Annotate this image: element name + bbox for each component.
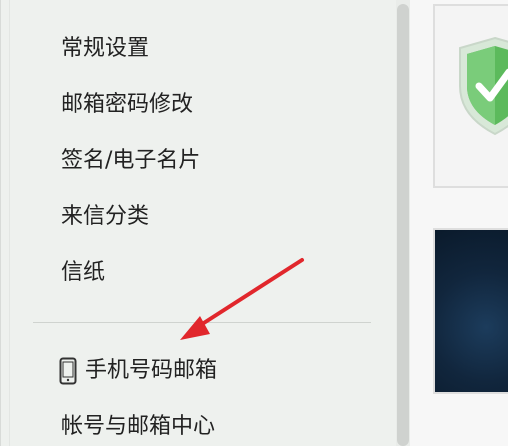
thumbnail-dark-frame — [433, 228, 508, 394]
menu-item-mailbox-password[interactable]: 邮箱密码修改 — [61, 91, 193, 119]
menu-item-signature[interactable]: 签名/电子名片 — [61, 147, 200, 175]
green-shield-icon — [459, 36, 508, 136]
phone-mailbox-label: 手机号码邮箱 — [85, 358, 218, 383]
menu-item-general-settings[interactable]: 常规设置 — [61, 35, 149, 63]
menu-item-stationery[interactable]: 信纸 — [61, 259, 105, 287]
thumbnail-shield[interactable] — [433, 4, 508, 188]
menu-item-phone-mailbox[interactable]: 手机号码邮箱 — [59, 357, 217, 385]
menu-item-mail-classification[interactable]: 来信分类 — [61, 203, 149, 231]
menu-item-account-center[interactable]: 帐号与邮箱中心 — [61, 413, 215, 441]
mobile-phone-icon — [59, 357, 77, 385]
menu-divider — [33, 322, 371, 323]
settings-menu-panel: 常规设置 邮箱密码修改 签名/电子名片 来信分类 信纸 手机号码邮箱 帐号与邮箱… — [0, 0, 401, 446]
scrollbar-thumb[interactable] — [397, 4, 409, 446]
